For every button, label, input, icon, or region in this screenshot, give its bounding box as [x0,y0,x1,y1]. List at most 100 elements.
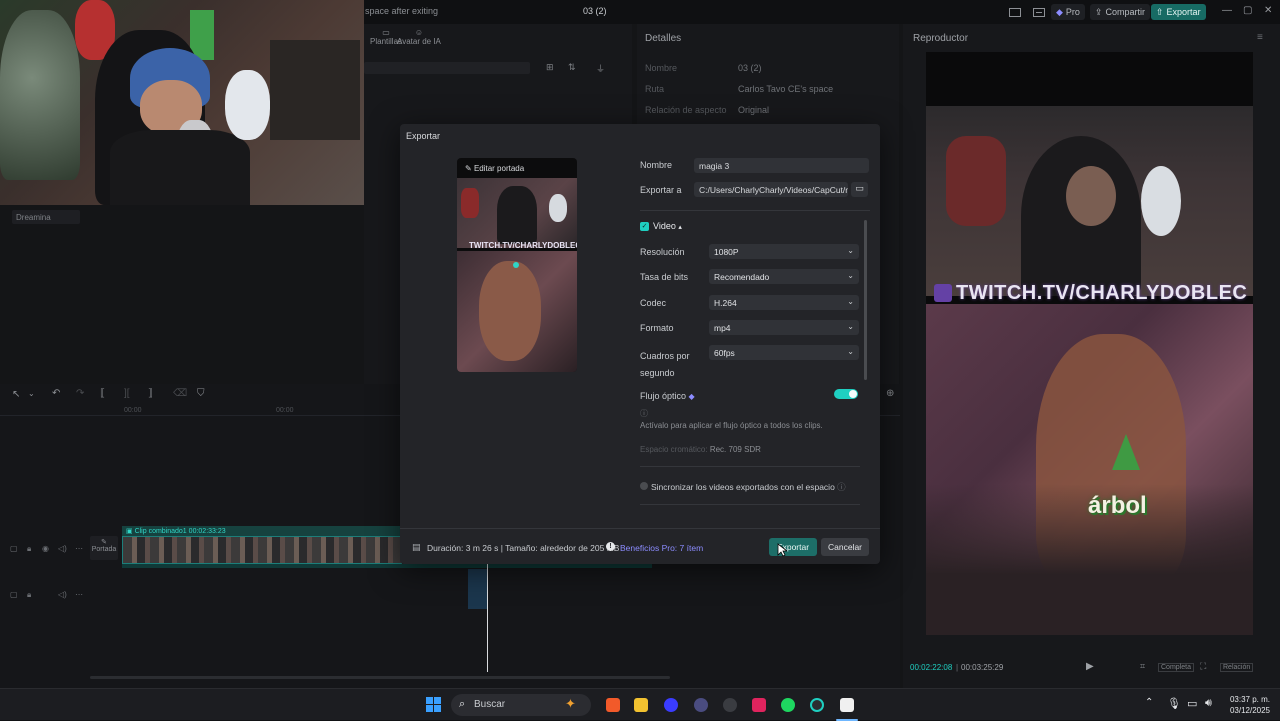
undo-icon[interactable]: ↶ [52,388,60,399]
crop-icon[interactable]: ⌗ [1140,661,1145,672]
resolution-select[interactable]: 1080P ⌄ [709,244,859,259]
audio-track-select-icon[interactable]: ▢ [10,590,18,599]
grid-icon[interactable]: ⊞ [546,62,554,73]
complete-button[interactable]: Completa [1158,663,1194,672]
edit-cover-button[interactable]: ✎ Editar portada [465,164,524,173]
video-checkbox[interactable]: ✓ [640,222,649,231]
tiktok-icon[interactable] [752,698,766,712]
sort-icon[interactable]: ⇅ [568,62,576,73]
arrow-app-icon[interactable] [664,698,678,712]
pro-badge[interactable]: ◆ Pro [1051,4,1085,20]
brave-icon[interactable] [606,698,620,712]
pro-benefits-link[interactable]: Beneficios Pro: 7 ítem [620,543,703,553]
export-top-button[interactable]: ⇧ Exportar [1151,4,1206,20]
capcut-icon[interactable] [840,698,854,712]
microphone-icon[interactable]: 🎙︎ [1167,697,1181,710]
export-to-label: Exportar a [640,185,682,195]
split-right-icon[interactable]: ⟧ [148,388,153,399]
app-icon[interactable] [810,698,824,712]
bitrate-select[interactable]: Recomendado ⌄ [709,269,859,284]
sync-checkbox[interactable] [640,482,648,490]
divider [640,466,860,467]
timeline-scrollbar[interactable] [90,676,670,679]
windows-start-icon[interactable] [426,697,441,712]
divider [640,210,870,211]
split-icon[interactable]: ⟦ [100,388,105,399]
optical-flow-toggle[interactable] [834,389,858,399]
maximize-icon[interactable]: ▢ [1243,5,1252,16]
marker-icon[interactable]: ⛉ [197,388,205,399]
network-icon[interactable]: ▭ [1187,697,1197,710]
audio-clip[interactable] [468,569,488,609]
video-section-title[interactable]: Video ▴ [653,221,682,231]
track-select-icon[interactable]: ▢ [10,544,18,553]
preview-cam-region [926,106,1253,296]
cover-scene-region [457,251,577,372]
zoom-icon[interactable]: ⊕ [886,388,894,399]
dialog-scrollbar[interactable] [864,220,867,380]
select-dropdown-icon[interactable]: ⌄ [28,389,35,398]
taskbar-search[interactable]: ⌕ Buscar ✦ [451,694,591,716]
clip-label: Clip combinado1 [134,528,187,535]
clip-header[interactable]: ▣ Clip combinado1 00:02:33:23 [122,526,402,536]
avatar-tab[interactable]: ☺ Avatar de IA [397,28,441,46]
name-input[interactable]: magia 3 [694,158,869,173]
chevron-up-icon[interactable]: ⌃ [1145,697,1153,708]
cancel-button[interactable]: Cancelar [821,538,869,556]
file-explorer-icon[interactable] [634,698,648,712]
export-icon: ⇧ [1156,6,1164,17]
audio-waveform[interactable] [122,564,652,568]
time-tick: 00:00 [276,407,294,414]
eye-icon[interactable]: ◉ [42,544,49,553]
split-left-icon[interactable]: ][ [124,388,130,399]
shortcuts-icon[interactable] [1028,4,1050,20]
play-icon[interactable]: ▶ [1086,661,1094,672]
cover-label: Portada [91,546,117,553]
format-select[interactable]: mp4 ⌄ [709,320,859,335]
delete-icon[interactable]: ⌫ [173,388,187,399]
audio-more-icon[interactable]: ⋯ [75,590,83,599]
media-search-bar[interactable] [364,62,530,74]
close-icon[interactable]: ✕ [1264,5,1272,16]
cover-preview[interactable]: ✎ Editar portada TWITCH.TV/CHARLYDOBLEC [457,158,577,372]
help-icon[interactable]: ⓘ [837,482,846,492]
share-icon: ⇪ [1095,6,1103,17]
snowman-figure [1141,166,1181,236]
select-tool-icon[interactable]: ↖ [12,389,20,400]
audio-mute-icon[interactable]: ◁) [58,590,67,599]
redo-icon[interactable]: ↷ [76,388,84,399]
fullscreen-icon[interactable]: ⛶ [1200,661,1206,672]
obs-icon[interactable] [723,698,737,712]
minimize-icon[interactable]: — [1222,5,1232,16]
film-icon: ▤ [412,542,421,552]
cover-dot [513,262,519,268]
volume-icon[interactable]: 🔊︎ [1205,697,1212,710]
pro-gem-icon: ◆ [688,392,695,401]
streamdeck-icon[interactable] [694,698,708,712]
tree-icon [1112,434,1140,470]
menu-icon[interactable]: ≡ [1257,32,1263,43]
folder-icon[interactable]: ▭ [851,182,868,197]
resolution-label: Resolución [640,247,685,257]
more-icon[interactable]: ⋯ [75,544,83,553]
audio-lock-icon[interactable]: 🔒︎ [27,590,31,600]
lock-icon[interactable]: 🔒︎ [27,544,31,554]
audio-icon[interactable]: ◁) [58,544,67,553]
detail-value: 03 (2) [738,63,762,73]
codec-select[interactable]: H.264 ⌄ [709,295,859,310]
optical-flow-text: Flujo óptico [640,391,687,401]
share-button[interactable]: ⇪ Compartir [1090,4,1151,20]
fps-select[interactable]: 60fps ⌄ [709,345,859,360]
mouse-cursor-icon [777,543,787,557]
video-clip[interactable] [122,536,402,564]
dreamina-item[interactable]: Dreamina [12,210,80,224]
clock[interactable]: 03:37 p. m. 03/12/2025 [1220,694,1270,716]
cover-button[interactable]: ✎ Portada [90,536,118,560]
player-preview[interactable]: TWITCH.TV/CHARLYDOBLEC árbol [926,52,1253,635]
ratio-button[interactable]: Relación [1220,663,1254,672]
spotify-icon[interactable] [781,698,795,712]
filter-icon[interactable]: ⏚ [596,62,605,75]
export-path-input[interactable]: C:/Users/CharlyCharly/Videos/CapCut/m... [694,182,848,197]
layout-icon[interactable] [1004,4,1026,20]
name-label: Nombre [640,160,673,170]
